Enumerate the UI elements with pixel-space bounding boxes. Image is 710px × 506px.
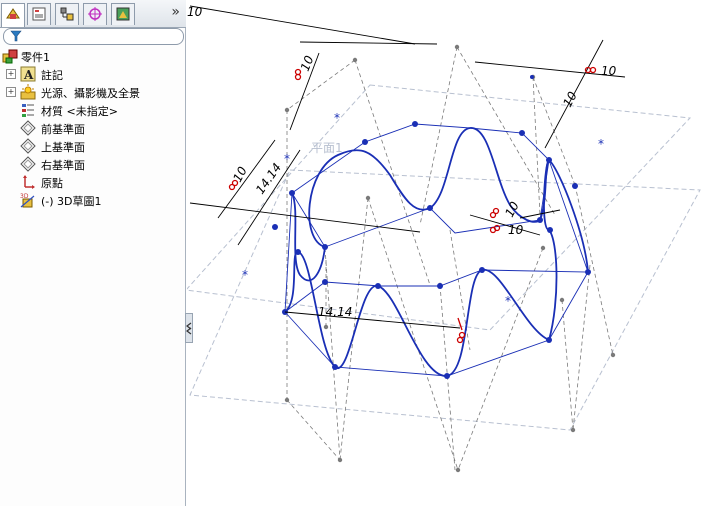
tree-item-label: 原點 (41, 177, 63, 190)
plane-icon (20, 120, 36, 136)
annotation-icon: A (20, 66, 36, 82)
crosshair-icon (88, 7, 102, 21)
dimension-lines (189, 5, 626, 329)
tree-item-label: 前基準面 (41, 123, 85, 136)
dimension-values[interactable]: 10 10 10 10 10 10 14.14 14.14 10 (187, 5, 617, 319)
configuration-icon (60, 7, 74, 21)
tree-item-label: 光源、攝影機及全景 (41, 87, 140, 100)
dimension-value: 10 (502, 199, 522, 219)
tree-item-label: 註記 (41, 69, 63, 82)
tree-item-label: 材質 <未指定> (41, 105, 118, 118)
origin-icon (23, 175, 35, 189)
3d-sketch-icon: 3D (20, 193, 35, 208)
expand-toggle[interactable]: + (6, 69, 16, 79)
plane-label: 平面1 (311, 141, 343, 155)
manager-tab-bar: » (0, 0, 186, 28)
filter-icon (10, 30, 22, 42)
tree-filter-input[interactable] (3, 28, 184, 45)
sketch-points[interactable] (272, 75, 591, 379)
tree-item-label: 右基準面 (41, 159, 85, 172)
tree-item-label: (-) 3D草圖1 (41, 195, 102, 208)
plane-outline (187, 84, 701, 431)
tree-item-part[interactable]: 零件1 (0, 47, 186, 65)
svg-text:*: * (598, 137, 604, 151)
property-manager-icon (32, 7, 46, 21)
svg-text:*: * (334, 111, 340, 125)
tree-item-3d-sketch[interactable]: 3D (-) 3D草圖1 (0, 191, 186, 209)
tree-item-right-plane[interactable]: 右基準面 (0, 155, 186, 173)
side-edge (284, 192, 293, 313)
plane-icon (20, 156, 36, 172)
tree-item-lights[interactable]: + 光源、攝影機及全景 (0, 83, 186, 101)
material-icon (22, 104, 34, 117)
lights-icon (20, 84, 36, 100)
part-icon (2, 49, 18, 64)
tree-item-label: 零件1 (21, 51, 50, 64)
left-spline-curve[interactable] (291, 192, 326, 282)
tab-display-manager[interactable] (111, 3, 135, 25)
tree-item-top-plane[interactable]: 上基準面 (0, 137, 186, 155)
dimension-value: 10 (601, 64, 617, 78)
tab-dimxpert-manager[interactable] (83, 3, 107, 25)
tree-item-material[interactable]: 材質 <未指定> (0, 101, 186, 119)
dimension-value: 10 (298, 53, 317, 73)
svg-text:A: A (23, 68, 34, 82)
tab-feature-manager[interactable] (1, 3, 25, 27)
tab-property-manager[interactable] (27, 3, 51, 25)
plane-icon (20, 138, 36, 154)
display-manager-icon (116, 7, 130, 21)
tree-item-label: 上基準面 (41, 141, 85, 154)
dimension-value: 10 (508, 223, 524, 237)
tree-item-annotations[interactable]: + A 註記 (0, 65, 186, 83)
svg-text:*: * (505, 294, 511, 308)
dimension-value: 14.14 (318, 305, 352, 319)
dimension-value: 14.14 (253, 161, 284, 197)
expand-toggle[interactable]: + (6, 87, 16, 97)
feature-tree: 零件1 + A 註記 + 光源、攝影機及全景 材質 <未指定> 前基準面 上基準… (0, 47, 186, 209)
more-tabs-button[interactable]: » (171, 4, 180, 20)
tab-configuration-manager[interactable] (55, 3, 79, 25)
feature-tree-icon (6, 8, 20, 19)
tree-item-origin[interactable]: 原點 (0, 173, 186, 191)
graphics-area[interactable]: * * * * * 平面1 10 10 10 10 10 10 14.14 14… (187, 0, 710, 506)
tree-item-front-plane[interactable]: 前基準面 (0, 119, 186, 137)
feature-manager-panel: » 零件1 + A 註記 + 光源、攝影機及全景 材質 <未指定> 前基準面 上… (0, 0, 186, 506)
svg-text:*: * (242, 268, 248, 282)
svg-text:*: * (284, 152, 290, 166)
dimension-value: 10 (187, 5, 203, 19)
